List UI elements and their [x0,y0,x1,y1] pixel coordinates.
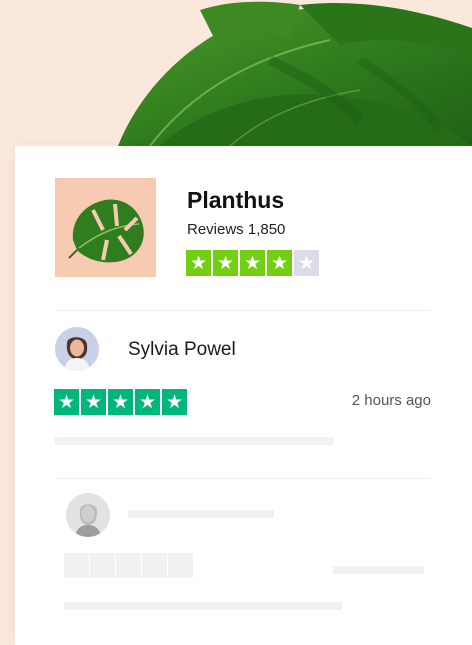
monstera-leaf-background-icon [118,1,472,147]
star-icon: ★ [162,389,187,415]
business-logo[interactable] [55,178,156,277]
reviewer-avatar[interactable] [55,327,99,371]
star-placeholder [116,553,141,578]
star-placeholder [168,553,193,578]
divider [55,478,431,479]
review-timestamp: 2 hours ago [351,392,431,409]
review-text-placeholder [55,437,333,445]
star-placeholder [64,553,89,578]
review-text-placeholder [64,602,342,610]
star-icon: ★ [108,389,133,415]
avatar-person-icon [66,493,110,537]
star-icon: ★ [81,389,106,415]
review-count: Reviews 1,850 [187,221,286,238]
reviewer-name[interactable]: Sylvia Powel [128,339,236,361]
star-icon: ★ [213,250,238,276]
review-rating: ★ ★ ★ ★ ★ [54,389,187,415]
star-icon: ★ [267,250,292,276]
monstera-leaf-icon [68,199,144,263]
star-empty-icon: ★ [294,250,319,276]
star-icon: ★ [186,250,211,276]
star-placeholder [142,553,167,578]
business-name[interactable]: Planthus [187,187,284,214]
name-placeholder [128,510,274,518]
timestamp-placeholder [333,566,424,574]
star-icon: ★ [135,389,160,415]
review-card: Planthus Reviews 1,850 ★ ★ ★ ★ ★ Sylvia … [15,146,472,645]
star-icon: ★ [54,389,79,415]
avatar-person-icon [55,327,99,371]
divider [55,310,431,311]
reviewer-avatar-placeholder [66,493,110,537]
star-icon: ★ [240,250,265,276]
business-rating: ★ ★ ★ ★ ★ [186,250,319,276]
star-placeholder [90,553,115,578]
